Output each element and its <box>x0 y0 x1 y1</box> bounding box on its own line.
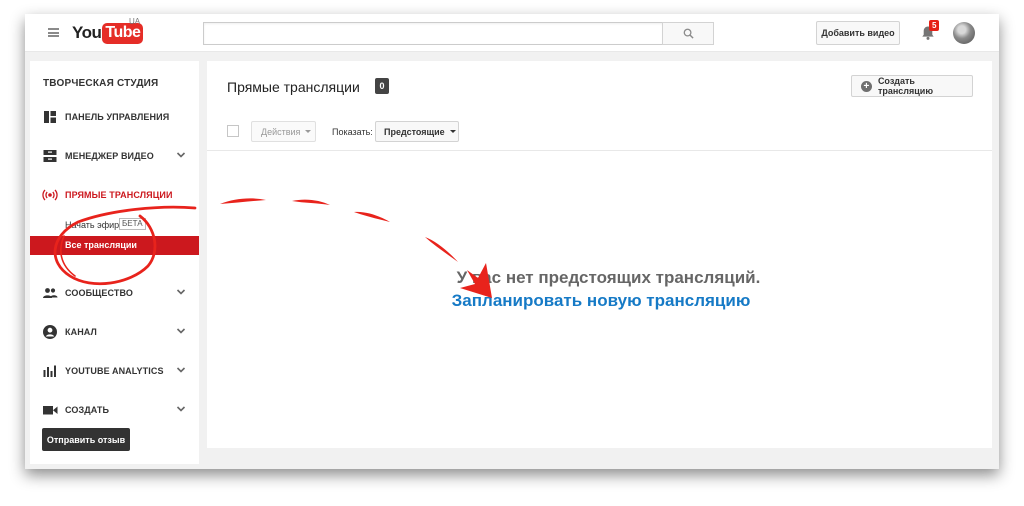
video-manager-icon <box>43 150 57 162</box>
sidebar-item-label: ПРЯМЫЕ ТРАНСЛЯЦИИ <box>65 190 173 200</box>
sidebar-item-label: МЕНЕДЖЕР ВИДЕО <box>65 151 154 161</box>
notification-count-badge: 5 <box>929 20 940 31</box>
search-icon <box>683 28 694 39</box>
upload-video-button[interactable]: Добавить видео <box>816 21 900 45</box>
youtube-logo[interactable]: You Tube UA <box>72 17 144 44</box>
beta-badge: БЕТА <box>119 218 146 230</box>
search-input[interactable] <box>203 22 663 45</box>
show-filter-select[interactable]: Предстоящие <box>375 121 459 142</box>
sidebar-item-community[interactable]: СООБЩЕСТВО <box>30 283 199 303</box>
channel-icon <box>43 325 57 339</box>
studio-sidebar: ТВОРЧЕСКАЯ СТУДИЯ ПАНЕЛЬ УПРАВЛЕНИЯ МЕНЕ… <box>30 61 199 464</box>
sidebar-item-label: КАНАЛ <box>65 327 97 337</box>
sidebar-item-channel[interactable]: КАНАЛ <box>30 322 199 342</box>
caret-down-icon <box>305 130 312 133</box>
chevron-down-icon[interactable] <box>176 326 186 336</box>
sidebar-subitem-label: Все трансляции <box>65 240 137 250</box>
actions-label: Действия <box>261 126 301 137</box>
caret-down-icon <box>449 130 456 133</box>
page-title: Прямые трансляции <box>227 79 360 95</box>
menu-icon[interactable] <box>48 28 59 37</box>
video-camera-icon <box>43 406 58 415</box>
chevron-down-icon[interactable] <box>176 404 186 414</box>
plus-icon: + <box>861 80 872 92</box>
sidebar-item-create[interactable]: СОЗДАТЬ <box>30 400 199 420</box>
create-stream-label: Создать трансляцию <box>877 76 934 96</box>
chevron-down-icon[interactable] <box>176 287 186 297</box>
community-icon <box>43 288 58 298</box>
sidebar-subitem-go-live[interactable]: Начать эфир <box>65 220 119 230</box>
create-stream-button[interactable]: + Создать трансляцию <box>851 75 973 97</box>
send-feedback-button[interactable]: Отправить отзыв <box>42 428 130 451</box>
chevron-down-icon[interactable] <box>176 365 186 375</box>
app-window: You Tube UA Добавить видео 5 ТВОРЧЕСКАЯ … <box>25 14 999 469</box>
sidebar-item-video-manager[interactable]: МЕНЕДЖЕР ВИДЕО <box>30 146 199 166</box>
sidebar-item-label: СООБЩЕСТВО <box>65 288 133 298</box>
sidebar-item-dashboard[interactable]: ПАНЕЛЬ УПРАВЛЕНИЯ <box>30 107 199 127</box>
studio-title: ТВОРЧЕСКАЯ СТУДИЯ <box>43 78 159 89</box>
divider <box>207 150 992 151</box>
sidebar-item-label: СОЗДАТЬ <box>65 405 110 415</box>
sidebar-subitem-all-streams[interactable]: Все трансляции <box>30 236 199 255</box>
stream-count-badge: 0 <box>375 78 389 94</box>
logo-you-text: You <box>72 23 102 42</box>
sidebar-item-label: ПАНЕЛЬ УПРАВЛЕНИЯ <box>65 112 170 122</box>
select-all-checkbox[interactable] <box>227 125 239 137</box>
chevron-down-icon[interactable] <box>176 150 186 160</box>
sidebar-item-label: YOUTUBE ANALYTICS <box>65 366 164 376</box>
main-content: Прямые трансляции 0 + Создать трансляцию… <box>207 61 992 448</box>
live-broadcast-icon <box>42 189 58 201</box>
empty-state-message: У вас нет предстоящих трансляций. <box>456 268 761 287</box>
search-button[interactable] <box>662 22 714 45</box>
show-filter-value: Предстоящие <box>384 126 445 137</box>
sidebar-item-analytics[interactable]: YOUTUBE ANALYTICS <box>30 361 199 381</box>
dashboard-icon <box>44 111 56 123</box>
region-label: UA <box>129 17 141 26</box>
show-filter-label: Показать: <box>332 127 373 137</box>
schedule-stream-link[interactable]: Запланировать новую трансляцию <box>207 291 992 311</box>
top-header: You Tube UA Добавить видео 5 <box>25 14 999 52</box>
sidebar-item-live-streaming[interactable]: ПРЯМЫЕ ТРАНСЛЯЦИИ <box>30 185 199 205</box>
analytics-icon <box>43 365 56 377</box>
actions-dropdown[interactable]: Действия <box>251 121 316 142</box>
avatar[interactable] <box>953 22 975 44</box>
